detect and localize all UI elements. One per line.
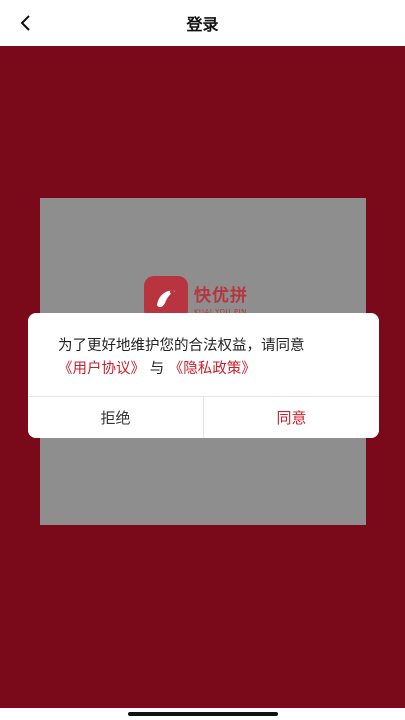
- brand-name-cn: 快优拼: [194, 285, 248, 306]
- chevron-left-icon: [20, 15, 30, 31]
- user-agreement-link[interactable]: 《用户协议》: [58, 361, 145, 377]
- bottom-safe-area: [0, 708, 405, 720]
- agree-button[interactable]: 同意: [204, 397, 379, 438]
- privacy-policy-link[interactable]: 《隐私政策》: [169, 361, 256, 377]
- dialog-message-text: 为了更好地维护您的合法权益，请同意: [58, 338, 305, 354]
- top-nav-bar: 登录: [0, 0, 405, 46]
- connector-text: 与: [149, 361, 165, 377]
- reject-button[interactable]: 拒绝: [28, 397, 204, 438]
- dialog-message: 为了更好地维护您的合法权益，请同意 《用户协议》 与 《隐私政策》: [28, 313, 379, 381]
- page-title: 登录: [186, 15, 219, 34]
- privacy-consent-dialog: 为了更好地维护您的合法权益，请同意 《用户协议》 与 《隐私政策》 拒绝 同意: [28, 313, 379, 438]
- home-indicator[interactable]: [128, 712, 278, 716]
- dialog-actions: 拒绝 同意: [28, 396, 379, 438]
- back-button[interactable]: [10, 8, 40, 38]
